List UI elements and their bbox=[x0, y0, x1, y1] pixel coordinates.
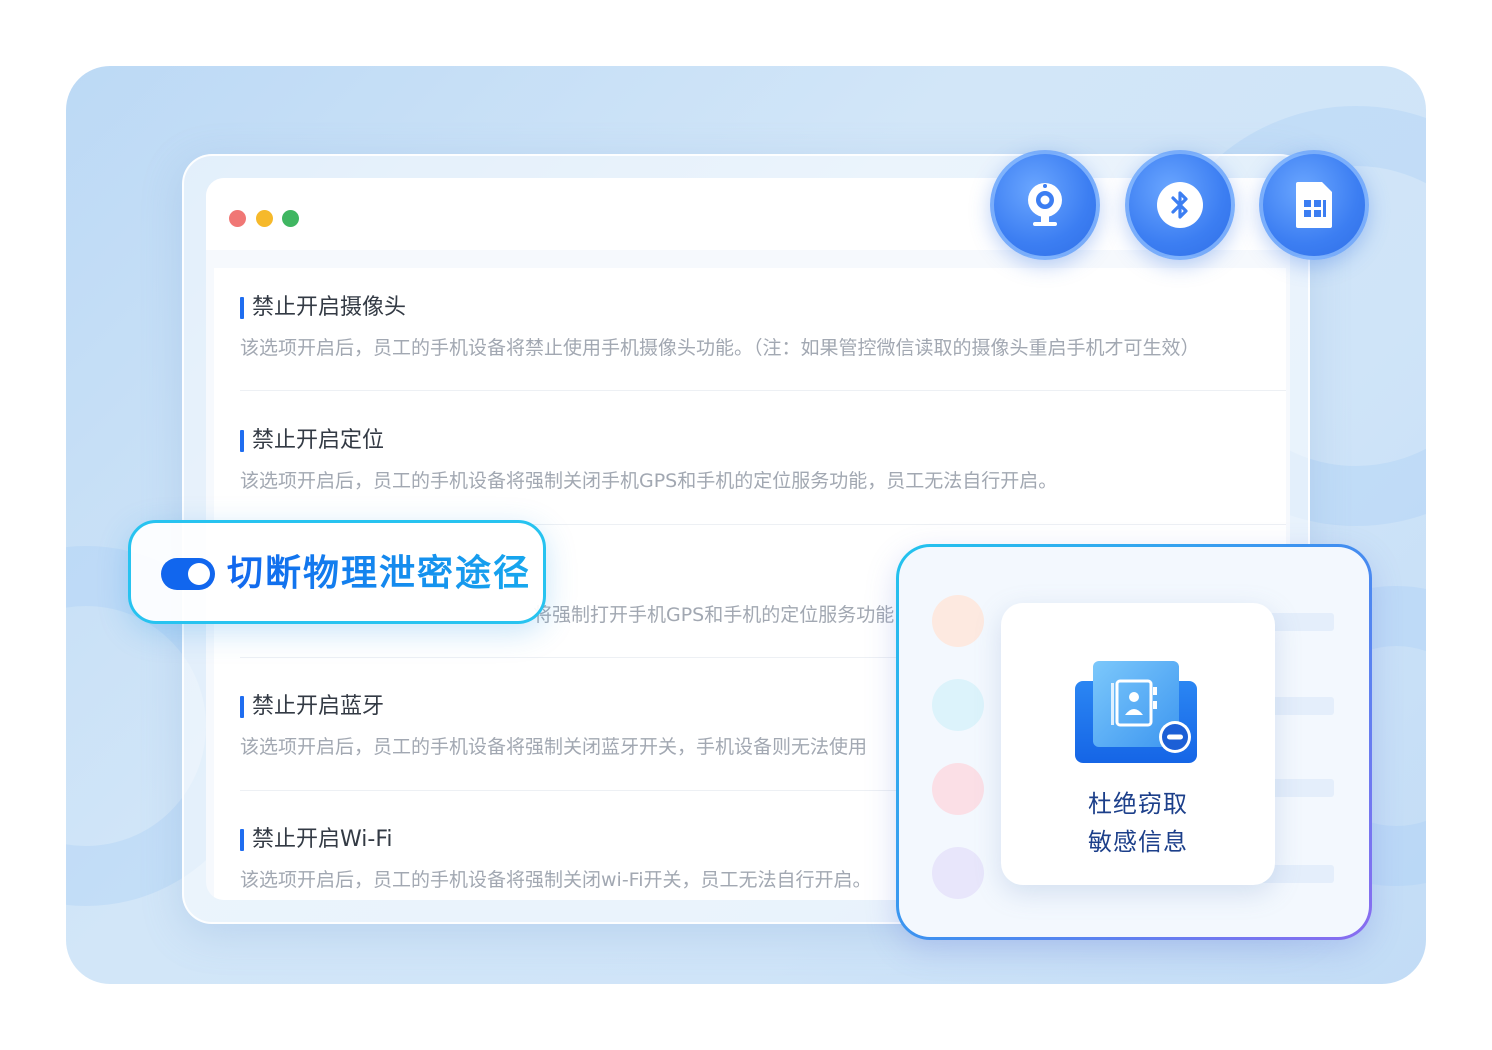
policy-description: 该选项开启后，员工的手机设备将强制关闭wi-Fi开关，员工无法自行开启。 bbox=[240, 869, 872, 891]
close-window-dot[interactable] bbox=[229, 210, 246, 227]
sim-card-icon bbox=[1296, 182, 1332, 228]
decorative-dot bbox=[932, 847, 984, 899]
info-panel: 杜绝窃取 敏感信息 bbox=[896, 544, 1372, 940]
bluetooth-feature-button[interactable] bbox=[1125, 150, 1235, 260]
physical-leak-toggle-badge[interactable]: 切断物理泄密途径 bbox=[128, 520, 546, 624]
policy-description: 该选项开启后，员工的手机设备将禁止使用手机摄像头功能。（注：如果管控微信读取的摄… bbox=[240, 337, 1200, 359]
card-text-line2: 敏感信息 bbox=[1088, 828, 1188, 856]
policy-title: 禁止开启Wi-Fi bbox=[240, 825, 393, 855]
camera-icon bbox=[1028, 183, 1062, 226]
camera-feature-button[interactable] bbox=[990, 150, 1100, 260]
decorative-dot bbox=[932, 595, 984, 647]
policy-description: 该选项开启后，员工的手机设备将强制关闭蓝牙开关，手机设备则无法使用 bbox=[240, 736, 868, 758]
info-panel-inner: 杜绝窃取 敏感信息 bbox=[899, 547, 1369, 937]
contact-book-icon bbox=[1075, 661, 1197, 763]
policy-description: 将强制打开手机GPS和手机的定位服务功能 bbox=[533, 604, 895, 626]
protection-card: 杜绝窃取 敏感信息 bbox=[1001, 603, 1275, 885]
bluetooth-icon bbox=[1157, 182, 1203, 228]
decorative-dot bbox=[932, 679, 984, 731]
policy-description: 该选项开启后，员工的手机设备将强制关闭手机GPS和手机的定位服务功能，员工无法自… bbox=[240, 470, 1058, 492]
sim-card-feature-button[interactable] bbox=[1259, 150, 1369, 260]
card-text-line1: 杜绝窃取 bbox=[1088, 790, 1188, 818]
policy-title: 禁止开启摄像头 bbox=[240, 293, 406, 323]
badge-label: 切断物理泄密途径 bbox=[227, 549, 531, 599]
minimize-window-dot[interactable] bbox=[256, 210, 273, 227]
policy-title: 禁止开启定位 bbox=[240, 426, 384, 456]
toggle-switch[interactable] bbox=[161, 558, 215, 590]
decorative-dot bbox=[932, 763, 984, 815]
divider bbox=[240, 390, 1286, 391]
policy-title: 禁止开启蓝牙 bbox=[240, 692, 384, 722]
maximize-window-dot[interactable] bbox=[282, 210, 299, 227]
